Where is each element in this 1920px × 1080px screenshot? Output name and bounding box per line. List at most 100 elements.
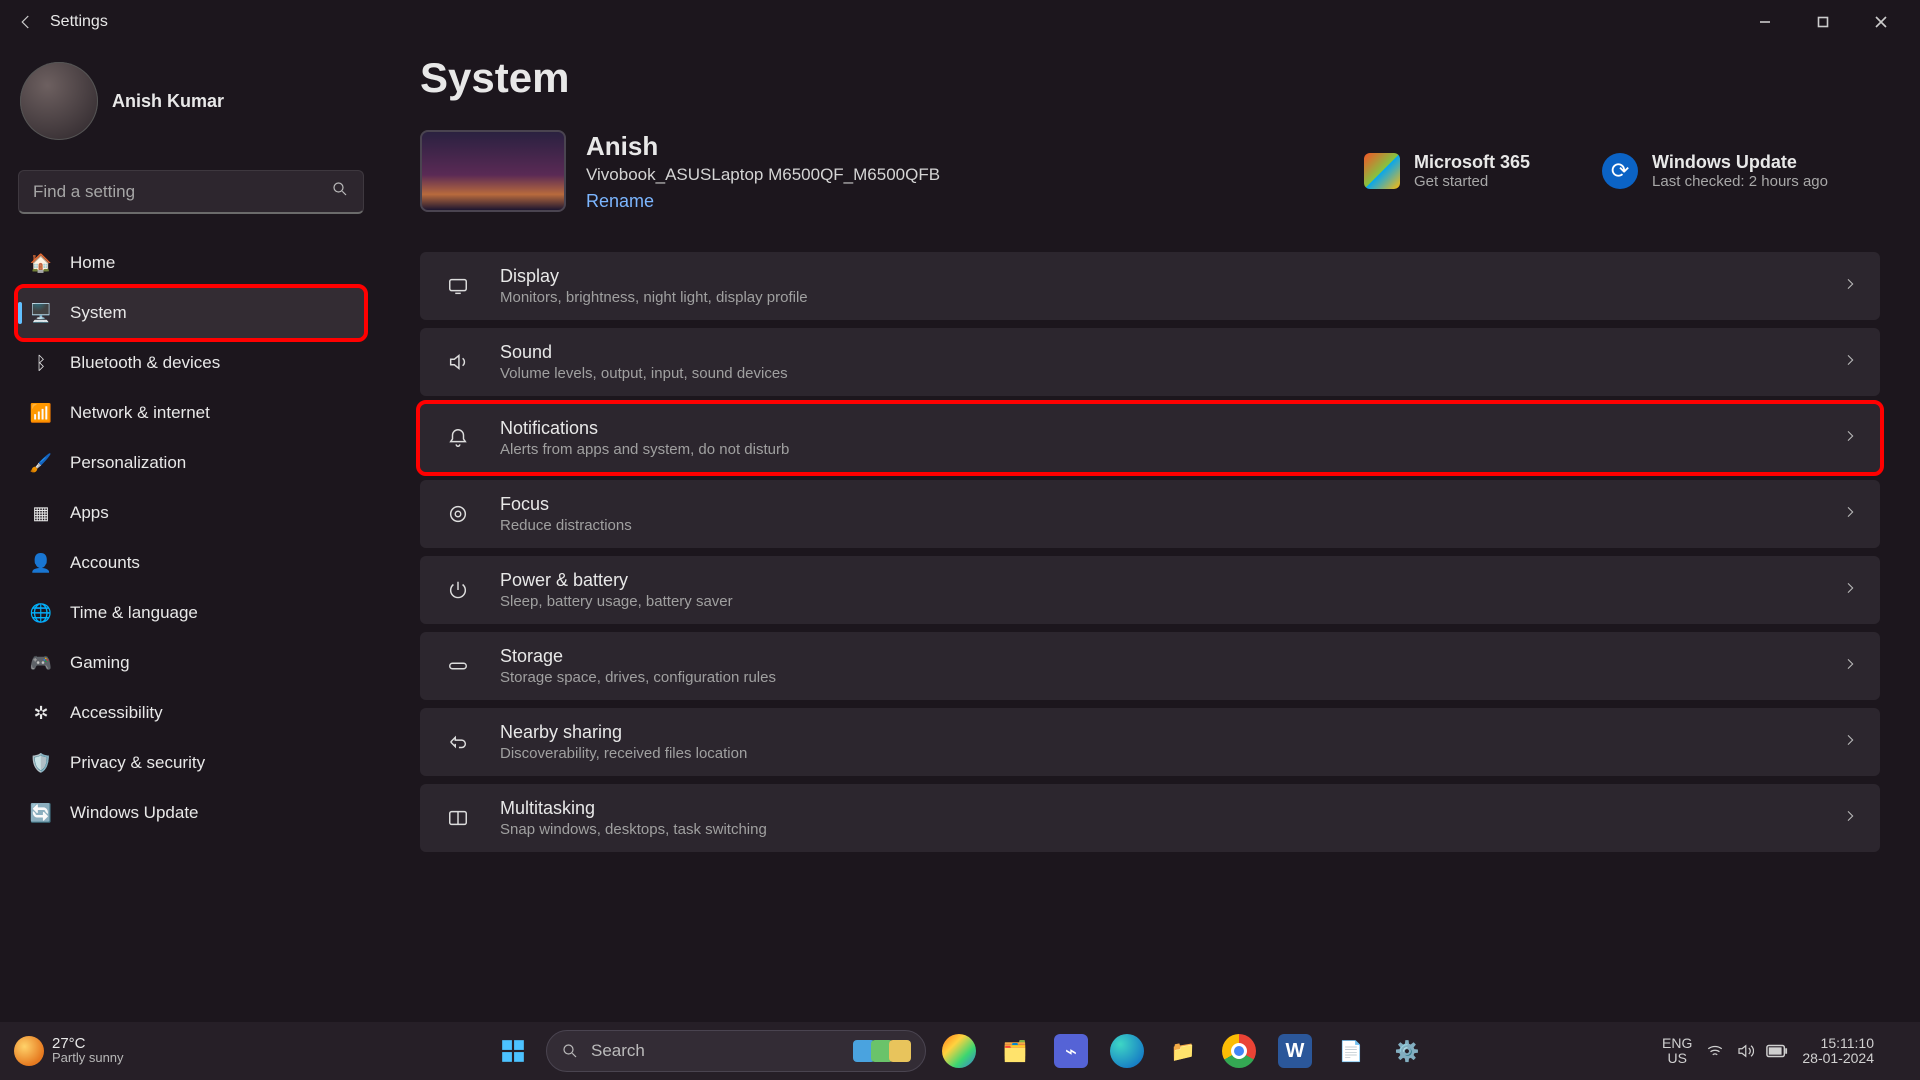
nav-icon: 📶 [30,402,52,424]
app-title: Settings [50,13,108,31]
setting-notifications[interactable]: NotificationsAlerts from apps and system… [420,404,1880,472]
weather-desc: Partly sunny [52,1051,124,1065]
language-indicator[interactable]: ENG US [1662,1036,1692,1067]
nav-label: Home [70,253,115,273]
setting-storage[interactable]: Storage Storage space, drives, configurat… [420,632,1880,700]
tray-overflow[interactable] [1634,1043,1648,1060]
window-close[interactable] [1852,0,1910,44]
nav-item-system[interactable]: 🖥️System [18,288,364,338]
setting-power[interactable]: Power & battery Sleep, battery usage, bat… [420,556,1880,624]
nav-item-bluetooth-devices[interactable]: ᛒBluetooth & devices [18,338,364,388]
setting-title: Power & battery [500,570,733,591]
nav-icon: 🖌️ [30,452,52,474]
system-tray[interactable] [1706,1042,1788,1060]
nav-item-privacy-security[interactable]: 🛡️Privacy & security [18,738,364,788]
nav-item-windows-update[interactable]: 🔄 Windows Update [18,788,364,838]
m365-title: Microsoft 365 [1414,152,1530,173]
setting-sound[interactable]: Sound Volume levels, output, input, sound… [420,328,1880,396]
nav-item-network-internet[interactable]: 📶Network & internet [18,388,364,438]
titlebar: Settings [0,0,1920,44]
window-minimize[interactable] [1736,0,1794,44]
setting-title: Multitasking [500,798,767,819]
storage-icon [442,650,474,682]
m365-sub: Get started [1414,173,1530,190]
nav-label: Accessibility [70,703,163,723]
clock[interactable]: 15:11:10 28-01-2024 [1802,1036,1874,1067]
nearby-icon [442,726,474,758]
nav-item-accounts[interactable]: 👤Accounts [18,538,364,588]
nav-label: Apps [70,503,109,523]
chevron-right-icon [1842,656,1858,677]
nav-icon: 🔄 [30,802,52,824]
taskbar-app-files[interactable]: 📁 [1160,1028,1206,1074]
nav-item-accessibility[interactable]: ✲ Accessibility [18,688,364,738]
chevron-right-icon [1842,580,1858,601]
taskbar-search[interactable]: Search [546,1030,926,1072]
setting-focus[interactable]: FocusReduce distractions [420,480,1880,548]
search-card-icon [857,1040,911,1062]
window-maximize[interactable] [1794,0,1852,44]
setting-multitask[interactable]: Multitasking Snap windows, desktops, task… [420,784,1880,852]
nav-icon: 🖥️ [30,302,52,324]
setting-title: Nearby sharing [500,722,747,743]
focus-icon [442,498,474,530]
nav-label: Windows Update [70,803,199,823]
settings-search[interactable] [18,170,364,214]
profile-block[interactable]: Anish Kumar [18,62,364,140]
setting-title: Sound [500,342,788,363]
weather-temp: 27°C [52,1036,124,1051]
nav-label: Bluetooth & devices [70,353,220,373]
device-thumbnail[interactable] [420,130,566,212]
taskbar-app-settings[interactable]: ⚙️ [1384,1028,1430,1074]
setting-desc: Storage space, drives, configuration rul… [500,669,776,686]
m365-tile[interactable]: Microsoft 365 Get started [1364,152,1530,190]
chevron-right-icon [1842,808,1858,829]
nav-icon: 🎮 [30,652,52,674]
setting-desc: Volume levels, output, input, sound devi… [500,365,788,382]
taskbar-app-notepad[interactable]: 📄 [1328,1028,1374,1074]
setting-nearby[interactable]: Nearby sharing Discoverability, received … [420,708,1880,776]
nav-icon: ✲ [30,702,52,724]
back-button[interactable] [10,6,42,38]
chevron-right-icon [1842,352,1858,373]
device-row: Anish Vivobook_ASUSLaptop M6500QF_M6500Q… [420,130,1880,212]
setting-desc: Monitors, brightness, night light, displ… [500,289,808,306]
nav-label: Gaming [70,653,130,673]
start-button[interactable] [490,1028,536,1074]
chevron-right-icon [1842,428,1858,449]
rename-link[interactable]: Rename [586,191,654,212]
setting-desc: Alerts from apps and system, do not dist… [500,441,789,458]
wu-title: Windows Update [1652,152,1828,173]
setting-desc: Discoverability, received files location [500,745,747,762]
setting-display[interactable]: DisplayMonitors, brightness, night light… [420,252,1880,320]
multitask-icon [442,802,474,834]
notifications-tray-icon[interactable] [1888,1041,1906,1062]
settings-list: DisplayMonitors, brightness, night light… [420,252,1880,852]
taskbar-app-word[interactable]: W [1272,1028,1318,1074]
nav-icon: 🏠 [30,252,52,274]
setting-desc: Sleep, battery usage, battery saver [500,593,733,610]
main-panel: System Anish Vivobook_ASUSLaptop M6500QF… [380,44,1920,1022]
nav-item-personalization[interactable]: 🖌️Personalization [18,438,364,488]
nav-icon: 👤 [30,552,52,574]
settings-search-input[interactable] [33,182,331,202]
windows-update-tile[interactable]: ⟳ Windows Update Last checked: 2 hours a… [1602,152,1828,190]
taskbar-app-edge[interactable] [1104,1028,1150,1074]
nav-item-gaming[interactable]: 🎮 Gaming [18,638,364,688]
taskbar-app-explorer[interactable]: 🗂️ [992,1028,1038,1074]
chevron-right-icon [1842,732,1858,753]
taskbar-app-copilot[interactable] [936,1028,982,1074]
wifi-icon [1706,1042,1724,1060]
taskbar-app-chrome[interactable] [1216,1028,1262,1074]
nav-item-apps[interactable]: ▦Apps [18,488,364,538]
search-icon [331,180,349,203]
nav-item-home[interactable]: 🏠 Home [18,238,364,288]
setting-title: Storage [500,646,776,667]
sidebar: Anish Kumar 🏠 Home 🖥️SystemᛒBluetooth & de… [0,44,380,1022]
setting-desc: Snap windows, desktops, task switching [500,821,767,838]
taskbar-app-generic[interactable]: ⌁ [1048,1028,1094,1074]
weather-widget[interactable]: 27°C Partly sunny [14,1036,124,1066]
nav-item-time-language[interactable]: 🌐Time & language [18,588,364,638]
chevron-right-icon [1842,276,1858,297]
nav-list: 🏠 Home 🖥️SystemᛒBluetooth & devices📶Networ… [18,238,364,838]
